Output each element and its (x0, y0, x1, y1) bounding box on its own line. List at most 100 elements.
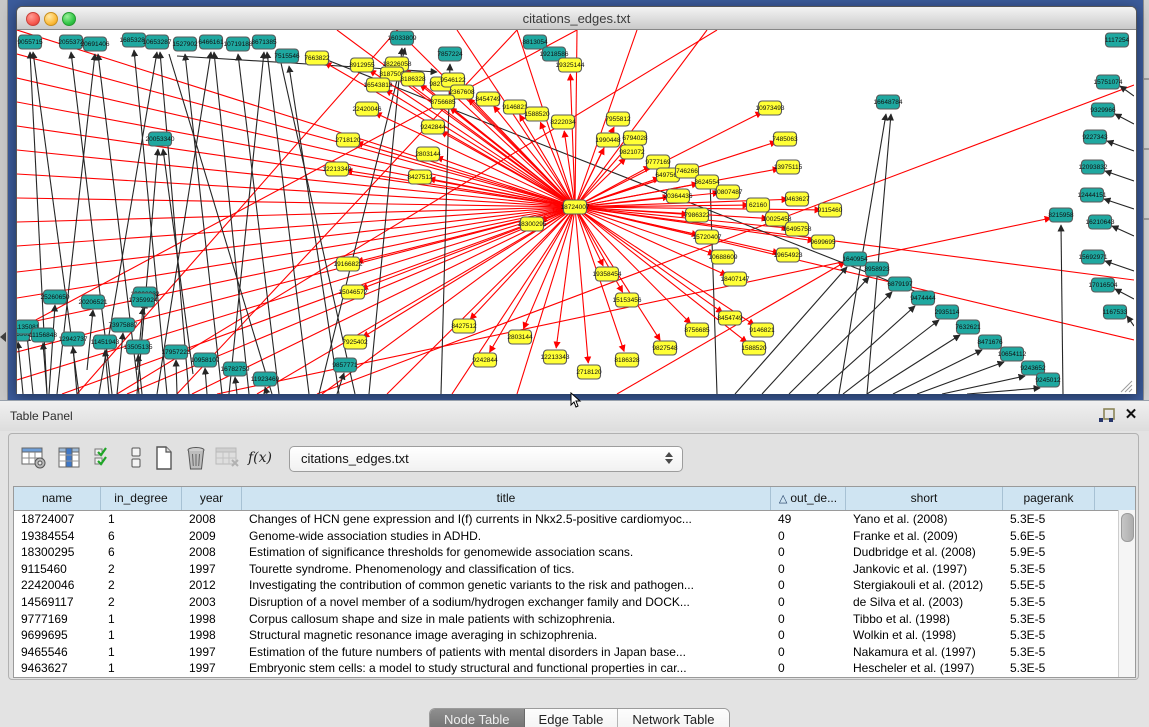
network-node[interactable]: 7925402 (342, 335, 368, 349)
column-header-title[interactable]: title (242, 487, 771, 510)
network-node[interactable]: 9699695 (810, 235, 836, 249)
network-node[interactable]: 9827548 (652, 341, 678, 355)
network-node[interactable]: 10653287 (143, 35, 172, 49)
network-node[interactable]: 17016504 (1089, 278, 1118, 292)
network-node[interactable]: 7857224 (437, 47, 463, 61)
network-node[interactable]: 15720407 (693, 230, 722, 244)
network-node[interactable]: 18724007 (561, 200, 590, 214)
network-node[interactable]: 6466161 (198, 35, 224, 49)
network-node[interactable]: 7632621 (955, 320, 981, 334)
network-node[interactable]: 9115460 (818, 203, 843, 217)
network-node[interactable]: 1527902 (172, 37, 198, 51)
table-row[interactable]: 911546021997Tourette syndrome. Phenomeno… (14, 561, 1135, 578)
scrollbar-thumb[interactable] (1121, 513, 1134, 542)
network-node[interactable]: 8454749 (717, 311, 743, 325)
network-node[interactable]: 8454749 (475, 92, 501, 106)
function-builder-button[interactable]: f(x) (245, 442, 275, 474)
network-node[interactable]: 17957223 (162, 345, 191, 359)
network-node[interactable]: 10688609 (709, 250, 738, 264)
network-graph[interactable]: 9055715 2055372 20691406 16853287 106532… (17, 30, 1134, 394)
network-node[interactable]: 2718120 (576, 365, 602, 379)
network-node[interactable]: 7515546 (274, 49, 300, 63)
network-node[interactable]: 8427512 (407, 170, 433, 184)
network-node[interactable]: 10719188 (224, 37, 253, 51)
close-panel-icon[interactable]: ✕ (1122, 406, 1140, 424)
network-node[interactable]: 16033809 (388, 31, 417, 45)
network-node[interactable]: 20053340 (146, 132, 175, 146)
network-node[interactable]: 62160 (747, 198, 770, 212)
network-node[interactable]: 8186328 (400, 72, 426, 86)
network-node[interactable]: 12942737 (59, 332, 88, 346)
network-node[interactable]: 11156848 (29, 328, 57, 342)
network-node[interactable]: 6879197 (887, 277, 913, 291)
network-node[interactable]: 15751074 (1094, 75, 1123, 89)
network-node[interactable]: 7986322 (684, 208, 710, 222)
network-node[interactable]: 16495758 (783, 222, 812, 236)
network-node[interactable]: 18300295 (518, 217, 547, 231)
table-vertical-scrollbar[interactable] (1118, 510, 1135, 677)
column-header-year[interactable]: year (182, 487, 242, 510)
network-node[interactable]: 16648784 (874, 95, 903, 109)
network-node[interactable]: 9055715 (17, 35, 43, 49)
table-row[interactable]: 1872400712008Changes of HCN gene express… (14, 511, 1135, 528)
network-node[interactable]: 9227343 (1082, 130, 1108, 144)
network-node[interactable]: 13975115 (774, 160, 803, 174)
network-node[interactable]: 15153456 (613, 293, 642, 307)
network-node[interactable]: 19358454 (593, 267, 622, 281)
table-row[interactable]: 2242004622012Investigating the contribut… (14, 577, 1135, 594)
network-node[interactable]: 2718120 (335, 133, 361, 147)
network-node[interactable]: 9857771 (332, 358, 358, 372)
network-node[interactable]: 1117254 (1105, 33, 1130, 47)
network-node[interactable]: 8215958 (1048, 208, 1074, 222)
network-node[interactable]: 8427512 (451, 319, 477, 333)
network-node[interactable]: 2803144 (507, 330, 533, 344)
network-node[interactable]: 9329966 (1090, 103, 1116, 117)
delete-columns-button[interactable] (213, 442, 243, 474)
network-node[interactable]: 8756685 (430, 95, 456, 109)
network-node[interactable]: 7663822 (304, 51, 330, 65)
network-node[interactable]: 9242844 (420, 120, 446, 134)
network-node[interactable]: 9146821 (749, 323, 775, 337)
network-node[interactable]: 10973493 (756, 101, 785, 115)
network-node[interactable]: 7955812 (605, 112, 631, 126)
network-node[interactable]: 25260650 (41, 290, 70, 304)
network-node[interactable]: 8958923 (864, 262, 890, 276)
network-node[interactable]: 16543812 (364, 78, 393, 92)
network-node[interactable]: 20691406 (81, 37, 110, 51)
network-node[interactable]: 20206521 (79, 295, 108, 309)
network-node[interactable]: 8186328 (614, 353, 640, 367)
network-node[interactable]: 2935114 (935, 305, 960, 319)
network-node[interactable]: 12444151 (1078, 188, 1107, 202)
column-header-pagerank[interactable]: pagerank (1003, 487, 1095, 510)
network-node[interactable]: 11923469 (251, 372, 280, 386)
table-row[interactable]: 1938455462009Genome-wide association stu… (14, 528, 1135, 545)
network-node[interactable]: 9463627 (784, 192, 810, 206)
network-node[interactable]: 9245012 (1035, 373, 1061, 387)
network-node[interactable]: 1990448 (595, 133, 621, 147)
tab-network-table[interactable]: Network Table (618, 709, 728, 727)
table-row[interactable]: 1456911722003Disruption of a novel membe… (14, 594, 1135, 611)
network-node[interactable]: 10654112 (998, 347, 1027, 361)
network-node[interactable]: 10807487 (714, 185, 743, 199)
show-columns-button[interactable] (55, 442, 85, 474)
column-header-in-degree[interactable]: in_degree (101, 487, 182, 510)
network-node[interactable]: 11451943 (91, 335, 120, 349)
tab-edge-table[interactable]: Edge Table (525, 709, 619, 727)
table-row[interactable]: 946554611997Estimation of the future num… (14, 644, 1135, 661)
window-resize-grip[interactable] (1121, 381, 1132, 392)
network-node[interactable]: 1588520 (741, 341, 767, 355)
network-node[interactable]: 9777169 (645, 155, 671, 169)
network-node[interactable]: 16210643 (1086, 215, 1115, 229)
column-header-out-de-[interactable]: △out_de... (771, 487, 846, 510)
network-node[interactable]: 8756685 (684, 323, 710, 337)
tab-node-table[interactable]: Node Table (430, 709, 525, 727)
table-row[interactable]: 977716911998Corpus callosum shape and si… (14, 611, 1135, 628)
network-node[interactable]: 10958107 (191, 353, 220, 367)
network-node[interactable]: 746266 (676, 164, 699, 178)
network-node[interactable]: 8471676 (977, 335, 1003, 349)
network-node[interactable]: 12093832 (1079, 160, 1108, 174)
network-node[interactable]: 12213343 (541, 350, 570, 364)
table-row[interactable]: 969969511998Structural magnetic resonanc… (14, 627, 1135, 644)
float-panel-icon[interactable] (1098, 408, 1116, 424)
network-canvas[interactable]: 9055715 2055372 20691406 16853287 106532… (17, 30, 1134, 394)
